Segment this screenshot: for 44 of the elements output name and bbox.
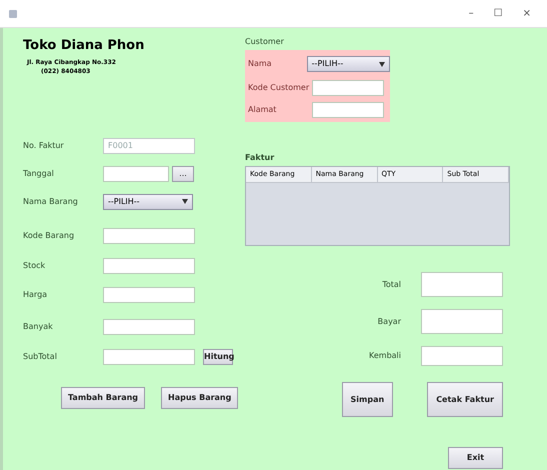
section-title: Faktur bbox=[245, 152, 276, 164]
input-field: F0001 bbox=[103, 138, 195, 154]
input-field[interactable] bbox=[312, 102, 384, 118]
customer-dropdown[interactable]: --PILIH-- bbox=[306, 56, 390, 72]
total-label: Total bbox=[382, 278, 401, 290]
field-label: Banyak bbox=[23, 320, 54, 332]
field-label: Kode Customer bbox=[248, 82, 310, 94]
store-name: Toko Diana Phon bbox=[23, 37, 146, 55]
input-field[interactable] bbox=[103, 348, 195, 364]
dropdown-arrow-icon bbox=[182, 199, 188, 204]
minimize-button[interactable]: – bbox=[468, 6, 474, 21]
input-field[interactable] bbox=[103, 258, 195, 274]
field-label: Stock bbox=[23, 260, 46, 272]
total-label: Kembali bbox=[369, 350, 401, 362]
input-field[interactable] bbox=[103, 228, 195, 244]
input-field[interactable] bbox=[103, 286, 195, 302]
total-label: Bayar bbox=[378, 316, 401, 328]
field-label: SubTotal bbox=[23, 350, 58, 362]
input-field[interactable] bbox=[312, 80, 384, 96]
input-field[interactable] bbox=[103, 318, 195, 334]
field-label: Harga bbox=[23, 288, 48, 300]
calculate-button[interactable]: Hitung bbox=[203, 348, 233, 364]
app-icon bbox=[8, 8, 18, 18]
input-field[interactable] bbox=[421, 272, 503, 297]
field-label: Nama Barang bbox=[23, 196, 79, 208]
section-title: Customer bbox=[245, 36, 285, 48]
field-label: Nama bbox=[248, 58, 273, 70]
field-label: Tanggal bbox=[23, 168, 55, 180]
maximize-button[interactable]: ☐ bbox=[494, 6, 503, 21]
save-button[interactable]: Simpan bbox=[342, 382, 394, 417]
calendar-button[interactable]: ... bbox=[172, 166, 194, 182]
close-button[interactable]: × bbox=[522, 6, 531, 21]
input-field[interactable] bbox=[421, 309, 503, 334]
date-field[interactable] bbox=[103, 166, 169, 182]
field-label: Kode Barang bbox=[23, 230, 76, 242]
dropdown-arrow-icon bbox=[379, 62, 385, 66]
field-label: No. Faktur bbox=[23, 140, 65, 152]
print-invoice-button[interactable]: Cetak Faktur bbox=[427, 382, 503, 417]
exit-button[interactable]: Exit bbox=[448, 447, 503, 469]
delete-item-button[interactable]: Hapus Barang bbox=[161, 386, 238, 408]
add-item-button[interactable]: Tambah Barang bbox=[61, 386, 146, 408]
input-field[interactable] bbox=[421, 346, 503, 366]
item-dropdown[interactable]: --PILIH-- bbox=[103, 194, 193, 210]
field-label: Alamat bbox=[248, 104, 278, 116]
